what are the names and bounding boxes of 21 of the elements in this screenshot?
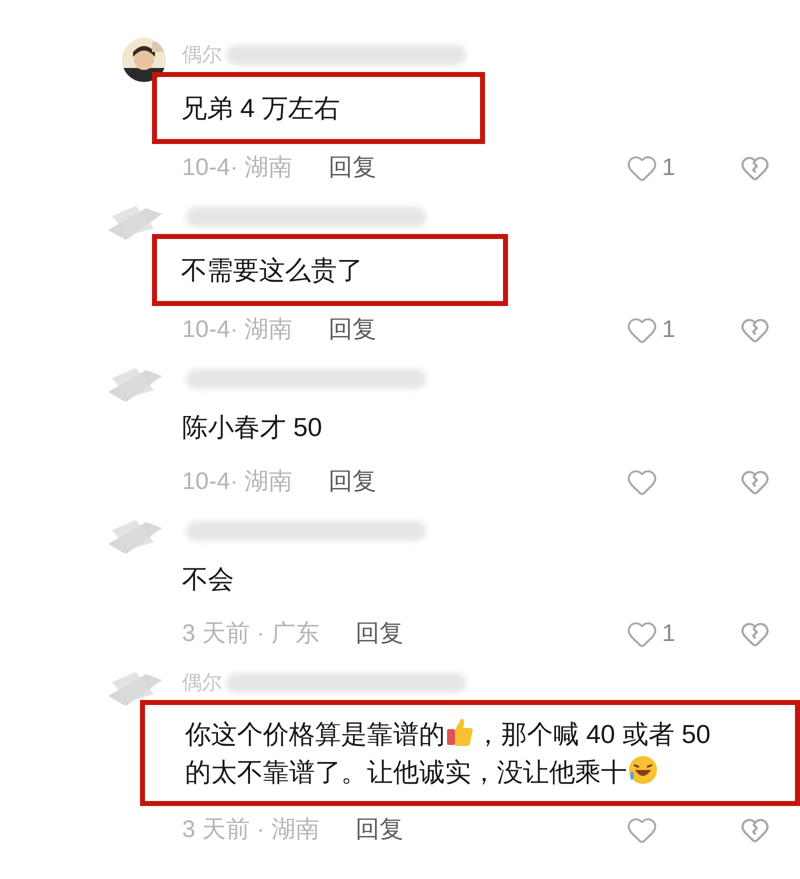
reply-button[interactable]: 回复 <box>355 616 404 652</box>
like-count: 1 <box>662 154 676 181</box>
comment-meta: 10-4· 湖南 <box>182 153 293 183</box>
reply-button[interactable]: 回复 <box>328 150 377 186</box>
reply-button[interactable]: 回复 <box>355 812 404 848</box>
reply-button[interactable]: 回复 <box>328 312 377 348</box>
avatar[interactable] <box>122 38 166 82</box>
like-count: 1 <box>662 316 676 343</box>
comment-meta: 3 天前 · 广东 <box>182 619 320 649</box>
comment-text: 不需要这么贵了 <box>181 254 363 287</box>
comment-text: 兄弟 4 万左右 <box>181 92 340 125</box>
comment-text: 不会 <box>182 563 235 596</box>
thumbs-up-icon <box>446 717 474 747</box>
like-count: 1 <box>662 620 676 647</box>
comment-meta: 10-4· 湖南 <box>182 315 293 345</box>
comment-meta: 3 天前 · 湖南 <box>182 815 320 845</box>
laughing-emoji-icon <box>628 755 658 785</box>
comment-text: 你这个价格算是靠谱的 ，那个喊 40 或者 50 的太不靠谱了。让他诚实，没让他乘十 <box>185 716 712 789</box>
comment-meta: 10-4· 湖南 <box>182 467 293 497</box>
reply-button[interactable]: 回复 <box>328 464 377 500</box>
comment-text: 陈小春才 50 <box>182 411 324 444</box>
